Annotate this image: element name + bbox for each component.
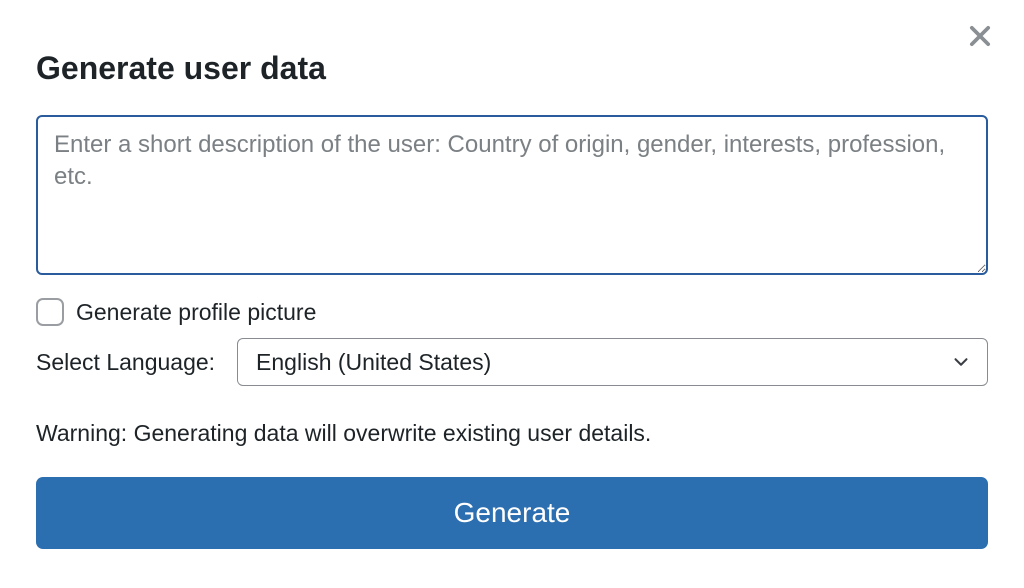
profile-picture-row: Generate profile picture: [36, 298, 988, 326]
profile-picture-label: Generate profile picture: [76, 299, 316, 326]
close-button[interactable]: [960, 18, 1000, 58]
profile-picture-checkbox[interactable]: [36, 298, 64, 326]
generate-user-data-dialog: Generate user data Generate profile pict…: [0, 0, 1024, 588]
language-row: Select Language: English (United States): [36, 338, 988, 386]
warning-text: Warning: Generating data will overwrite …: [36, 420, 988, 447]
language-label: Select Language:: [36, 349, 215, 376]
close-icon: [966, 22, 994, 55]
dialog-title: Generate user data: [36, 50, 988, 87]
user-description-input[interactable]: [36, 115, 988, 275]
language-select[interactable]: English (United States): [237, 338, 988, 386]
generate-button[interactable]: Generate: [36, 477, 988, 549]
language-select-value: English (United States): [237, 338, 988, 386]
